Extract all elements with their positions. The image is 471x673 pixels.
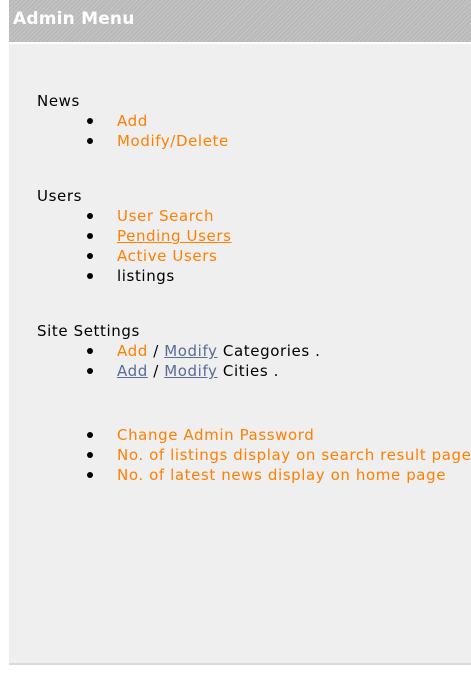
list-item: listings (87, 266, 471, 286)
categories-add-link[interactable]: Add (117, 342, 148, 360)
change-admin-password-link[interactable]: Change Admin Password (117, 426, 314, 444)
list-item: No. of latest news display on home page (87, 465, 471, 485)
list-item: Modify/Delete (87, 131, 471, 151)
cities-modify-link[interactable]: Modify (164, 362, 217, 380)
list-item: Pending Users (87, 226, 471, 246)
latest-news-count-link[interactable]: No. of latest news display on home page (117, 466, 446, 484)
list-item: Add / Modify Cities . (87, 361, 471, 381)
list-item: Add (87, 111, 471, 131)
cities-add-link[interactable]: Add (117, 362, 148, 380)
section-title-site-settings: Site Settings (37, 322, 140, 340)
separator: / (147, 342, 165, 360)
list-item: User Search (87, 206, 471, 226)
other-settings-menu: Change Admin Password No. of listings di… (87, 425, 471, 485)
pending-users-link[interactable]: Pending Users (117, 227, 232, 245)
listings-per-page-link[interactable]: No. of listings display on search result… (117, 446, 471, 464)
panel-title: Admin Menu (13, 9, 135, 29)
cities-label: Cities . (217, 362, 279, 380)
panel-header: Admin Menu (9, 0, 471, 44)
users-menu: User Search Pending Users Active Users l… (87, 206, 471, 286)
news-add-link[interactable]: Add (117, 112, 148, 130)
admin-menu-panel: Admin Menu News Add Modify/Delete Users … (9, 0, 471, 665)
section-title-users: Users (37, 187, 83, 205)
categories-modify-link[interactable]: Modify (164, 342, 217, 360)
site-settings-menu: Add / Modify Categories . Add / Modify C… (87, 341, 471, 381)
listings-label: listings (117, 267, 175, 285)
user-search-link[interactable]: User Search (117, 207, 214, 225)
section-title-news: News (37, 92, 80, 110)
separator: / (147, 362, 165, 380)
list-item: Change Admin Password (87, 425, 471, 445)
list-item: No. of listings display on search result… (87, 445, 471, 465)
panel-body: News Add Modify/Delete Users User Search… (9, 44, 471, 485)
news-modify-delete-link[interactable]: Modify/Delete (117, 132, 229, 150)
news-menu: Add Modify/Delete (87, 111, 471, 151)
active-users-link[interactable]: Active Users (117, 247, 217, 265)
list-item: Add / Modify Categories . (87, 341, 471, 361)
categories-label: Categories . (217, 342, 321, 360)
list-item: Active Users (87, 246, 471, 266)
